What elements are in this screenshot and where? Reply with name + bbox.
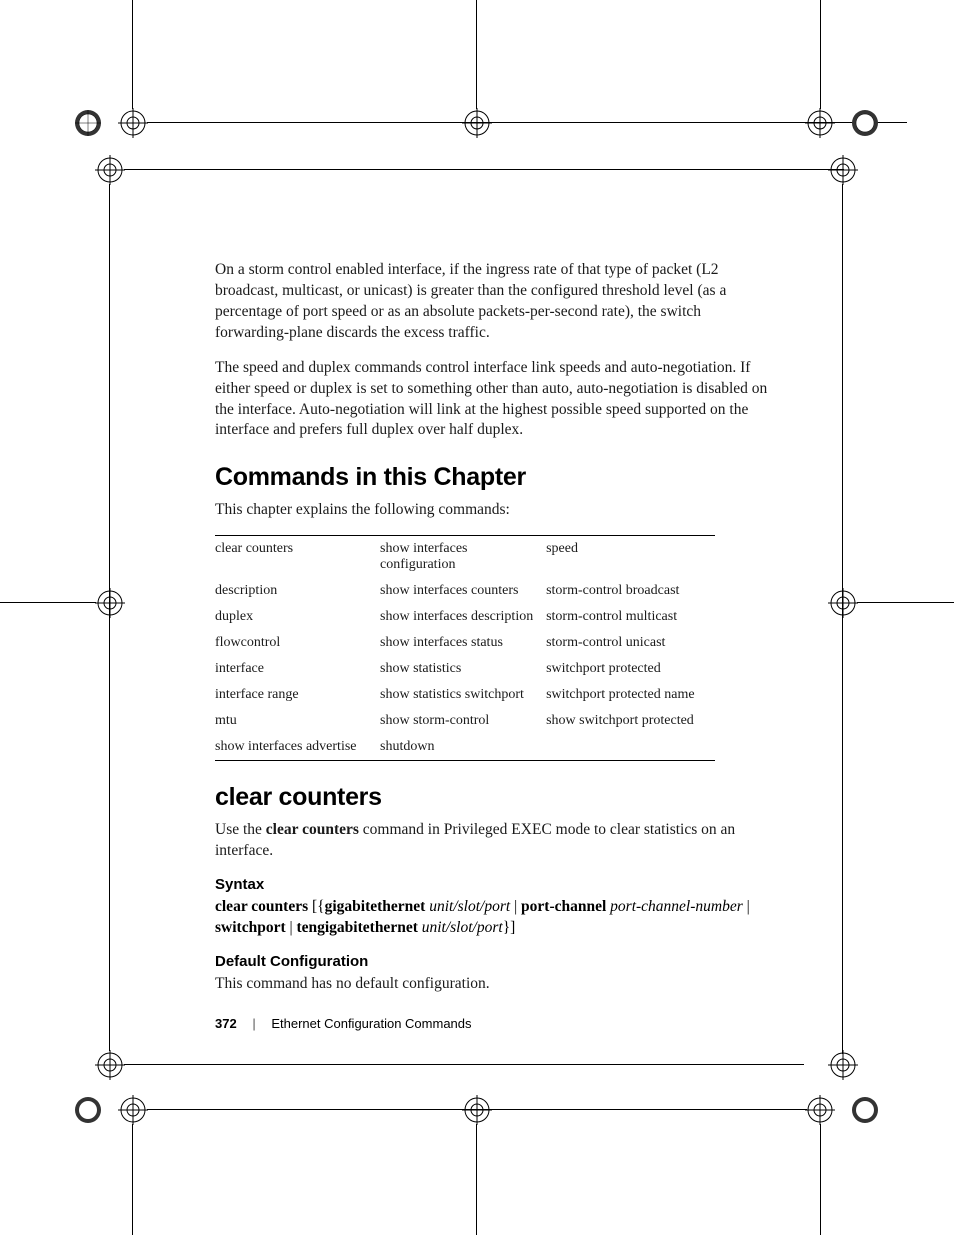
commands-intro: This chapter explains the following comm… (215, 500, 775, 521)
kw: tengigabitethernet (296, 919, 417, 936)
crop-line (820, 0, 821, 109)
kw: clear counters (215, 898, 308, 915)
clear-counters-intro: Use the clear counters command in Privil… (215, 820, 775, 862)
page-footer: 372 | Ethernet Configuration Commands (215, 1016, 472, 1031)
heading-clear-counters: clear counters (215, 783, 775, 812)
cmd-cell: show statistics (380, 656, 546, 682)
crop-line (124, 169, 844, 170)
cmd-cell: show interfaces advertise (215, 734, 380, 761)
kw: gigabitethernet (325, 898, 426, 915)
commands-table: clear counters show interfaces configura… (215, 535, 715, 761)
cmd-name: clear counters (266, 821, 359, 838)
cmd-cell: interface range (215, 682, 380, 708)
arg: unit/slot/port (429, 898, 510, 915)
registration-mark-icon (118, 1095, 148, 1125)
table-row: flowcontrol show interfaces status storm… (215, 630, 715, 656)
syntax-text: clear counters [{gigabitethernet unit/sl… (215, 897, 775, 939)
table-row: mtu show storm-control show switchport p… (215, 708, 715, 734)
cmd-cell: shutdown (380, 734, 546, 761)
footer-separator: | (240, 1016, 267, 1031)
table-row: show interfaces advertise shutdown (215, 734, 715, 761)
registration-mark-icon (850, 1095, 880, 1125)
cmd-cell: storm-control unicast (546, 630, 715, 656)
registration-mark-icon (462, 1095, 492, 1125)
crop-line (147, 122, 907, 123)
cmd-cell: storm-control multicast (546, 604, 715, 630)
cmd-cell: speed (546, 536, 715, 579)
text: | (510, 898, 521, 915)
cmd-cell: switchport protected (546, 656, 715, 682)
crop-line (124, 1064, 804, 1065)
registration-mark-icon (95, 155, 125, 185)
heading-default-config: Default Configuration (215, 953, 775, 970)
page-number: 372 (215, 1016, 237, 1031)
text: Use the (215, 821, 266, 838)
crop-line (476, 1124, 477, 1235)
crop-line (820, 1124, 821, 1235)
crop-line (109, 184, 110, 1051)
intro-para-2: The speed and duplex commands control in… (215, 358, 775, 442)
cmd-cell: switchport protected name (546, 682, 715, 708)
text: }] (503, 919, 516, 936)
heading-syntax: Syntax (215, 876, 775, 893)
text: | (286, 919, 297, 936)
cmd-cell: storm-control broadcast (546, 578, 715, 604)
footer-title: Ethernet Configuration Commands (271, 1016, 471, 1031)
cmd-cell: interface (215, 656, 380, 682)
registration-mark-icon (462, 108, 492, 138)
crop-line (842, 184, 843, 1054)
arg: unit/slot/port (422, 919, 503, 936)
registration-mark-icon (828, 588, 858, 618)
cmd-cell: show switchport protected (546, 708, 715, 734)
cmd-cell: show interfaces counters (380, 578, 546, 604)
registration-mark-icon (95, 588, 125, 618)
cmd-cell: description (215, 578, 380, 604)
registration-mark-icon (118, 108, 148, 138)
table-row: clear counters show interfaces configura… (215, 536, 715, 579)
default-config-text: This command has no default configuratio… (215, 974, 775, 995)
text: [{ (308, 898, 324, 915)
cmd-cell: show interfaces configuration (380, 536, 546, 579)
registration-mark-icon (828, 1050, 858, 1080)
table-row: interface show statistics switchport pro… (215, 656, 715, 682)
cmd-cell: show interfaces status (380, 630, 546, 656)
registration-mark-icon (828, 155, 858, 185)
registration-mark-icon (805, 108, 835, 138)
cmd-cell: duplex (215, 604, 380, 630)
cmd-cell: clear counters (215, 536, 380, 579)
cmd-cell (546, 734, 715, 761)
intro-para-1: On a storm control enabled interface, if… (215, 260, 775, 344)
cmd-cell: flowcontrol (215, 630, 380, 656)
cmd-cell: mtu (215, 708, 380, 734)
crop-line (147, 1109, 807, 1110)
crop-line (476, 0, 477, 109)
crop-line (132, 0, 133, 109)
kw: port-channel (521, 898, 606, 915)
heading-commands-in-chapter: Commands in this Chapter (215, 463, 775, 492)
registration-mark-icon (805, 1095, 835, 1125)
kw: switchport (215, 919, 286, 936)
table-row: duplex show interfaces description storm… (215, 604, 715, 630)
arg: port-channel-number (610, 898, 743, 915)
table-row: interface range show statistics switchpo… (215, 682, 715, 708)
cmd-cell: show statistics switchport (380, 682, 546, 708)
table-row: description show interfaces counters sto… (215, 578, 715, 604)
cmd-cell: show interfaces description (380, 604, 546, 630)
crop-line (857, 602, 954, 603)
text: | (743, 898, 750, 915)
registration-mark-icon (73, 1095, 103, 1125)
cmd-cell: show storm-control (380, 708, 546, 734)
crop-line (132, 1124, 133, 1235)
crop-line (0, 602, 96, 603)
registration-mark-icon (73, 108, 103, 138)
registration-mark-icon (95, 1050, 125, 1080)
registration-mark-icon (850, 108, 880, 138)
